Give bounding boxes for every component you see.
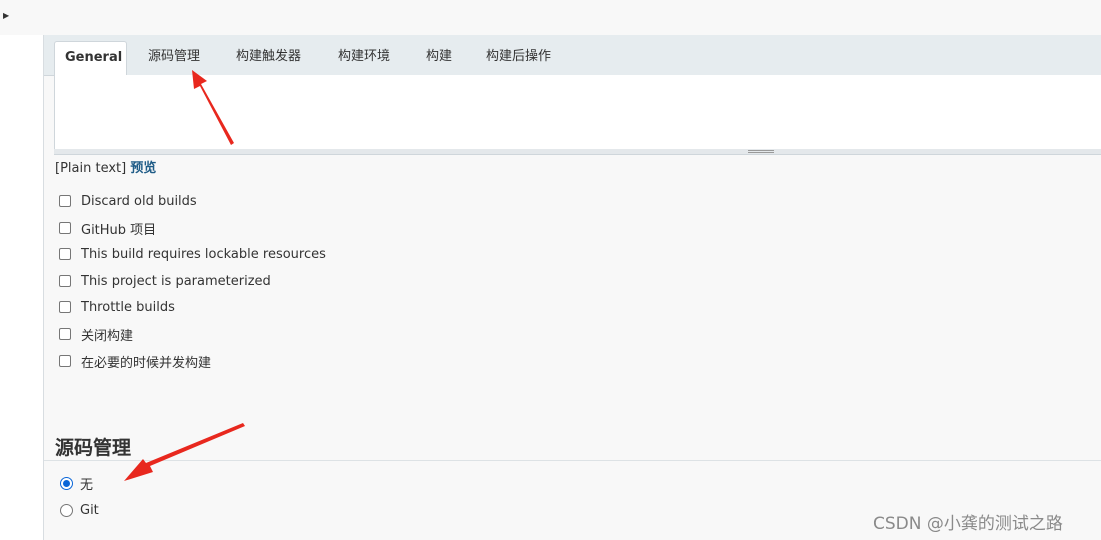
- description-format: [Plain text] 预览: [55, 157, 156, 176]
- option-label: 在必要的时候并发构建: [81, 355, 212, 371]
- scm-section-title: 源码管理: [55, 437, 132, 459]
- section-divider: [44, 460, 1101, 461]
- radio-label: 无: [80, 477, 94, 493]
- radio-button[interactable]: [60, 476, 73, 490]
- expand-triangle-icon[interactable]: ▶: [3, 11, 9, 21]
- top-bar: ▶: [0, 0, 1101, 35]
- option-label: GitHub 项目: [81, 222, 157, 238]
- preview-link[interactable]: 预览: [130, 161, 156, 176]
- format-label: [Plain text]: [55, 161, 127, 176]
- tab-general[interactable]: General: [54, 41, 127, 76]
- scm-choice-none[interactable]: 无: [60, 473, 93, 493]
- option-lockable-resources[interactable]: This build requires lockable resources: [59, 244, 326, 264]
- radio-button[interactable]: [60, 503, 73, 517]
- description-textarea[interactable]: [54, 75, 1101, 151]
- tab-build-environment[interactable]: 构建环境: [328, 41, 400, 75]
- checkbox[interactable]: [59, 328, 71, 340]
- watermark: CSDN @小龚的测试之路: [873, 514, 1063, 534]
- option-label: Throttle builds: [81, 299, 175, 315]
- option-label: 关闭构建: [81, 328, 134, 344]
- checkbox[interactable]: [59, 355, 71, 367]
- option-parameterized[interactable]: This project is parameterized: [59, 271, 271, 291]
- checkbox[interactable]: [59, 301, 71, 313]
- config-panel: General 源码管理 构建触发器 构建环境 构建 构建后操作 [Plain …: [43, 35, 1101, 540]
- option-concurrent-builds[interactable]: 在必要的时候并发构建: [59, 351, 211, 371]
- option-throttle-builds[interactable]: Throttle builds: [59, 297, 175, 317]
- option-label: This project is parameterized: [81, 273, 271, 289]
- option-label: Discard old builds: [81, 193, 197, 209]
- tab-build-triggers[interactable]: 构建触发器: [226, 41, 311, 75]
- checkbox[interactable]: [59, 195, 71, 207]
- checkbox[interactable]: [59, 222, 71, 234]
- tab-bar: General 源码管理 构建触发器 构建环境 构建 构建后操作: [44, 35, 1101, 76]
- option-label: This build requires lockable resources: [81, 246, 326, 262]
- option-github-project[interactable]: GitHub 项目: [59, 218, 156, 238]
- tab-build[interactable]: 构建: [416, 41, 462, 75]
- resize-grip-icon: [748, 150, 774, 153]
- scm-choice-git[interactable]: Git: [60, 500, 99, 520]
- tab-post-build-actions[interactable]: 构建后操作: [476, 41, 561, 75]
- option-discard-old-builds[interactable]: Discard old builds: [59, 191, 197, 211]
- checkbox[interactable]: [59, 248, 71, 260]
- tab-source-code-management[interactable]: 源码管理: [138, 41, 210, 75]
- option-disable-build[interactable]: 关闭构建: [59, 324, 133, 344]
- checkbox[interactable]: [59, 275, 71, 287]
- textarea-resize-handle[interactable]: [54, 149, 1101, 155]
- radio-label: Git: [80, 502, 99, 518]
